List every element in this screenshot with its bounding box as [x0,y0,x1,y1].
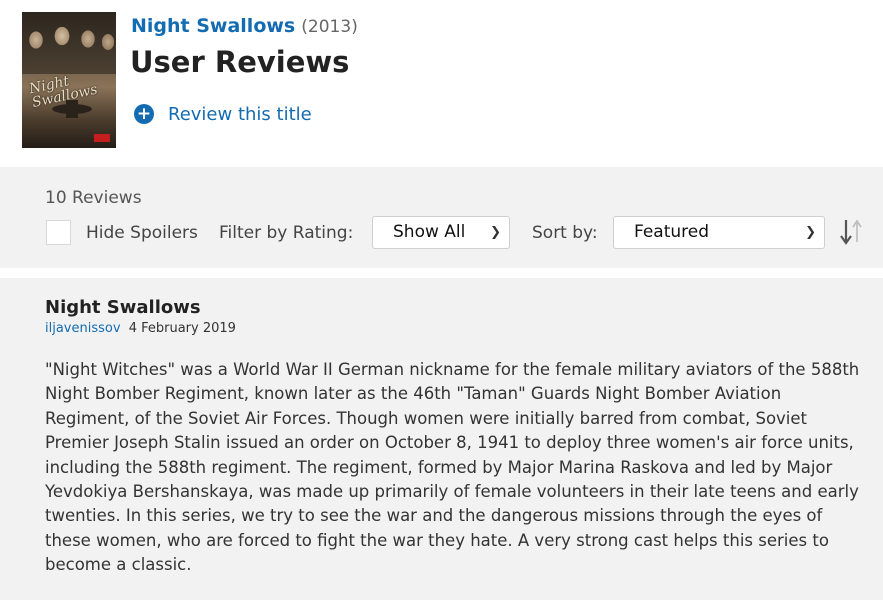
poster-badge [94,134,110,142]
review-count: 10 Reviews [45,188,142,208]
review-date: 4 February 2019 [128,321,236,336]
sort-by-label: Sort by: [532,223,598,243]
sort-select[interactable]: Featured ❯ [613,216,825,249]
hide-spoilers-checkbox[interactable] [46,220,71,245]
sort-direction-icon [840,219,862,245]
rating-filter-select[interactable]: Show All ❯ [372,216,510,249]
chevron-down-icon: ❯ [805,225,816,240]
review-card: Night Swallows iljavenissov 4 February 2… [0,278,883,600]
sort-value: Featured [634,222,710,242]
review-meta: iljavenissov 4 February 2019 [45,321,236,336]
review-this-title-label: Review this title [168,103,312,125]
title-line: Night Swallows (2013) [131,14,358,39]
chevron-down-icon: ❯ [490,225,501,240]
poster-plane-art [52,100,92,118]
review-title[interactable]: Night Swallows [45,297,201,318]
title-link[interactable]: Night Swallows [131,15,295,37]
plus-circle-icon: + [134,104,154,124]
hide-spoilers-label[interactable]: Hide Spoilers [86,223,198,243]
poster-image[interactable]: Night Swallows [22,12,116,148]
title-year: (2013) [301,17,358,37]
poster-faces [22,12,116,74]
review-this-title-button[interactable]: + Review this title [134,102,312,126]
sort-direction-button[interactable] [836,217,866,247]
rating-filter-value: Show All [393,222,466,242]
user-reviews-page: Night Swallows Night Swallows (2013) Use… [0,0,883,600]
review-author-link[interactable]: iljavenissov [45,321,121,336]
page-title: User Reviews [130,45,350,79]
filter-bar: 10 Reviews Hide Spoilers Filter by Ratin… [0,167,883,268]
review-body: "Night Witches" was a World War II Germa… [45,360,860,575]
filter-by-rating-label: Filter by Rating: [219,223,354,243]
